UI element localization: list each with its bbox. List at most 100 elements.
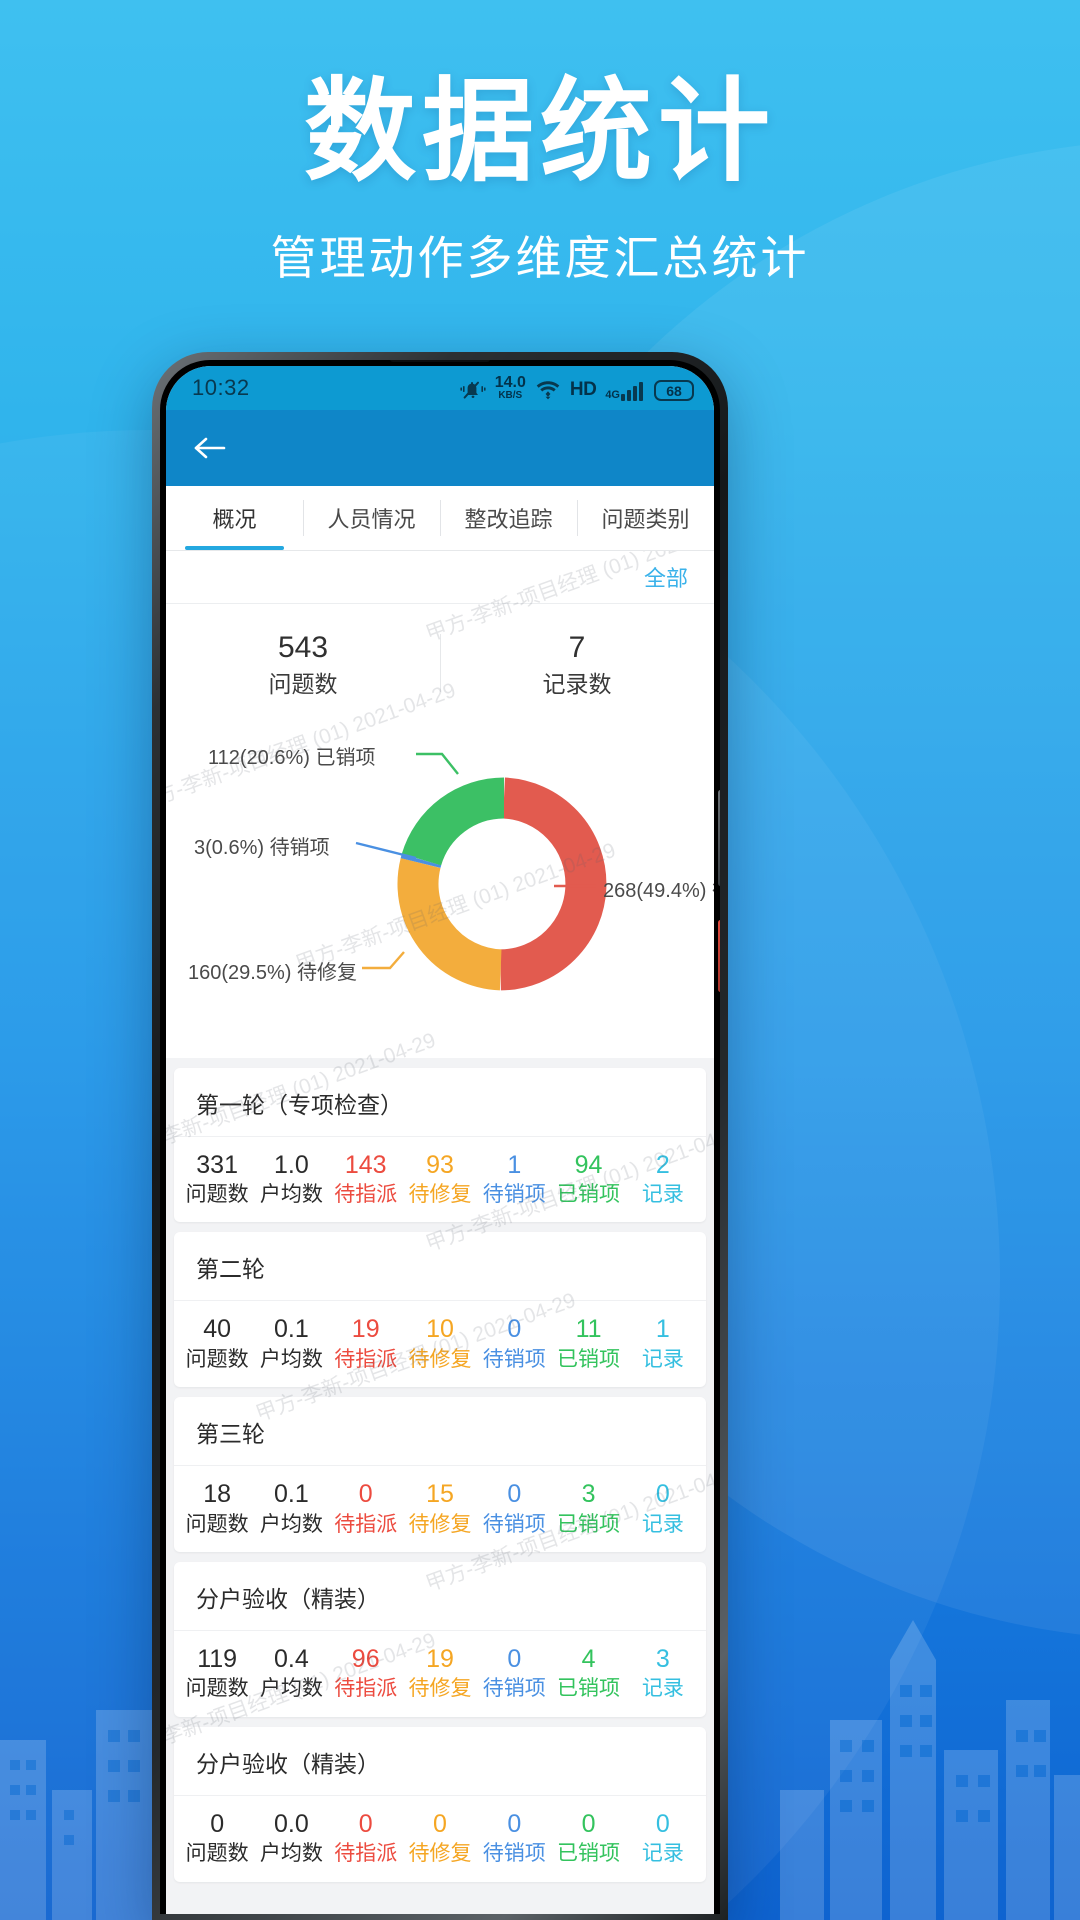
stat-value: 0 (358, 1809, 373, 1838)
stat-pending-close: 0 待销项 (477, 1313, 551, 1373)
stat-value: 0 (507, 1480, 522, 1509)
card-stats: 331 问题数 1.0 户均数 143 待指派 93 待修复 1 待销项 94 … (174, 1137, 706, 1223)
stat-value: 0 (433, 1809, 447, 1838)
stat-issue-count: 40 问题数 (180, 1313, 254, 1373)
network-speed-indicator: 14.0 KB/S (495, 375, 526, 401)
stat-label: 户均数 (259, 1512, 323, 1536)
card-title: 第三轮 (174, 1397, 706, 1467)
stat-label: 记录 (641, 1677, 684, 1701)
status-clock: 10:32 (192, 375, 250, 400)
stat-value: 0 (507, 1315, 522, 1344)
stat-label: 待指派 (334, 1347, 398, 1371)
card-stats: 0 问题数 0.0 户均数 0 待指派 0 待修复 0 待销项 0 已销项 0 … (174, 1796, 706, 1882)
stat-label: 已销项 (557, 1512, 621, 1536)
stat-value: 15 (426, 1480, 454, 1509)
stat-value: 0 (581, 1809, 596, 1838)
round-card[interactable]: 第三轮 18 问题数 0.1 户均数 0 待指派 15 待修复 0 待销项 3 … (174, 1397, 706, 1552)
stat-label: 待销项 (482, 1183, 546, 1207)
stat-value: 0.1 (274, 1480, 309, 1509)
stat-value: 331 (196, 1150, 238, 1179)
filter-row: 全部 (166, 551, 714, 603)
card-title: 分户验收（精装） (174, 1562, 706, 1631)
donut-label-pending-close: 3(0.6%) 待销项 (194, 836, 330, 859)
stat-value: 19 (351, 1315, 380, 1344)
donut-label-pending-assign: 268(49.4%) 待指派 (603, 879, 714, 902)
stat-value: 1 (507, 1150, 522, 1179)
stat-value: 11 (575, 1315, 602, 1344)
stat-label: 待销项 (482, 1347, 546, 1371)
stat-label: 已销项 (557, 1347, 621, 1371)
content-scroll-area[interactable]: 全部 543 问题数 7 记录数 112(20.6%) 已销项 3(0.6%) … (166, 551, 714, 1914)
stat-closed: 4 已销项 (551, 1643, 625, 1703)
stat-label: 已销项 (557, 1842, 621, 1866)
summary-issue-count-label: 问题数 (268, 670, 338, 697)
tab-bar[interactable]: 概况 人员情况 整改追踪 问题类别 (166, 486, 714, 550)
stat-avg-per-household: 0.4 户均数 (254, 1643, 328, 1703)
stat-label: 问题数 (185, 1183, 249, 1207)
back-arrow-icon[interactable] (190, 428, 230, 468)
wifi-icon (535, 379, 561, 401)
stat-value: 143 (344, 1150, 387, 1179)
stat-label: 户均数 (259, 1183, 323, 1207)
stat-pending-assign: 96 待指派 (329, 1643, 403, 1703)
promo-poster: 数据统计 管理动作多维度汇总统计 10:32 14.0 KB/S HD 4G 6… (0, 0, 1080, 1920)
stat-pending-repair: 0 待修复 (403, 1808, 477, 1868)
promo-title: 数据统计 (304, 69, 776, 194)
battery-indicator: 68 (654, 380, 694, 401)
stat-label: 待指派 (334, 1677, 398, 1701)
stat-label: 待修复 (408, 1677, 472, 1701)
summary-record-count: 7 记录数 (440, 628, 714, 700)
tab-personnel[interactable]: 人员情况 (303, 486, 440, 550)
stat-label: 问题数 (185, 1842, 249, 1866)
round-card[interactable]: 分户验收（精装） 0 问题数 0.0 户均数 0 待指派 0 待修复 0 待销项… (174, 1726, 706, 1882)
battery-level-label: 68 (666, 382, 682, 399)
stat-records: 2 记录 (626, 1149, 700, 1209)
stat-records: 1 记录 (626, 1313, 700, 1373)
stat-value: 10 (426, 1315, 454, 1344)
summary-issue-count-value: 543 (277, 631, 329, 664)
tab-overview[interactable]: 概况 (166, 486, 303, 550)
stat-avg-per-household: 0.0 户均数 (254, 1808, 328, 1868)
filter-all-link[interactable]: 全部 (644, 561, 688, 593)
stat-value: 0 (507, 1644, 522, 1673)
stat-issue-count: 0 问题数 (180, 1808, 254, 1868)
stat-label: 记录 (641, 1512, 684, 1536)
round-card[interactable]: 分户验收（精装） 119 问题数 0.4 户均数 96 待指派 19 待修复 0… (174, 1561, 706, 1717)
volume-button[interactable] (718, 790, 720, 886)
stat-label: 户均数 (259, 1677, 323, 1701)
tab-issue-category[interactable]: 问题类别 (577, 486, 714, 550)
stat-label: 待修复 (408, 1183, 472, 1207)
app-header (166, 410, 714, 486)
round-card[interactable]: 第二轮 40 问题数 0.1 户均数 19 待指派 10 待修复 0 待销项 1… (174, 1232, 706, 1388)
bell-muted-icon (460, 379, 486, 401)
card-title: 第一轮（专项检查） (174, 1068, 706, 1137)
tab-rectification[interactable]: 整改追踪 (440, 486, 577, 550)
stat-value: 19 (426, 1644, 454, 1673)
stat-value: 96 (351, 1644, 380, 1673)
phone-mockup: 10:32 14.0 KB/S HD 4G 68 概况 人员情况 整改追踪 问题… (152, 352, 728, 1920)
earpiece-speaker (390, 360, 490, 362)
network-speed-unit: KB/S (498, 390, 523, 401)
stat-value: 1.0 (274, 1150, 309, 1179)
stat-issue-count: 331 问题数 (180, 1149, 254, 1209)
stat-value: 4 (581, 1644, 596, 1673)
power-button[interactable] (718, 920, 720, 992)
stat-label: 记录 (641, 1842, 684, 1866)
stat-avg-per-household: 0.1 户均数 (254, 1478, 328, 1538)
stat-label: 待销项 (482, 1842, 546, 1866)
stat-label: 已销项 (557, 1677, 621, 1701)
stat-label: 待修复 (408, 1512, 472, 1536)
stat-label: 待销项 (482, 1512, 546, 1536)
stat-label: 记录 (641, 1183, 684, 1207)
stat-pending-repair: 19 待修复 (403, 1643, 477, 1703)
stat-pending-repair: 10 待修复 (403, 1313, 477, 1373)
round-card[interactable]: 第一轮（专项检查） 331 问题数 1.0 户均数 143 待指派 93 待修复… (174, 1067, 706, 1223)
stat-value: 2 (655, 1150, 670, 1179)
stat-label: 待指派 (334, 1512, 398, 1536)
stat-issue-count: 119 问题数 (180, 1643, 254, 1703)
stat-value: 0 (655, 1480, 670, 1509)
issue-status-donut-chart: 112(20.6%) 已销项 3(0.6%) 待销项 268(49.4%) 待指… (166, 715, 714, 1058)
phone-screen: 10:32 14.0 KB/S HD 4G 68 概况 人员情况 整改追踪 问题… (166, 366, 714, 1914)
summary-record-count-value: 7 (568, 631, 586, 664)
stat-records: 0 记录 (626, 1808, 700, 1868)
